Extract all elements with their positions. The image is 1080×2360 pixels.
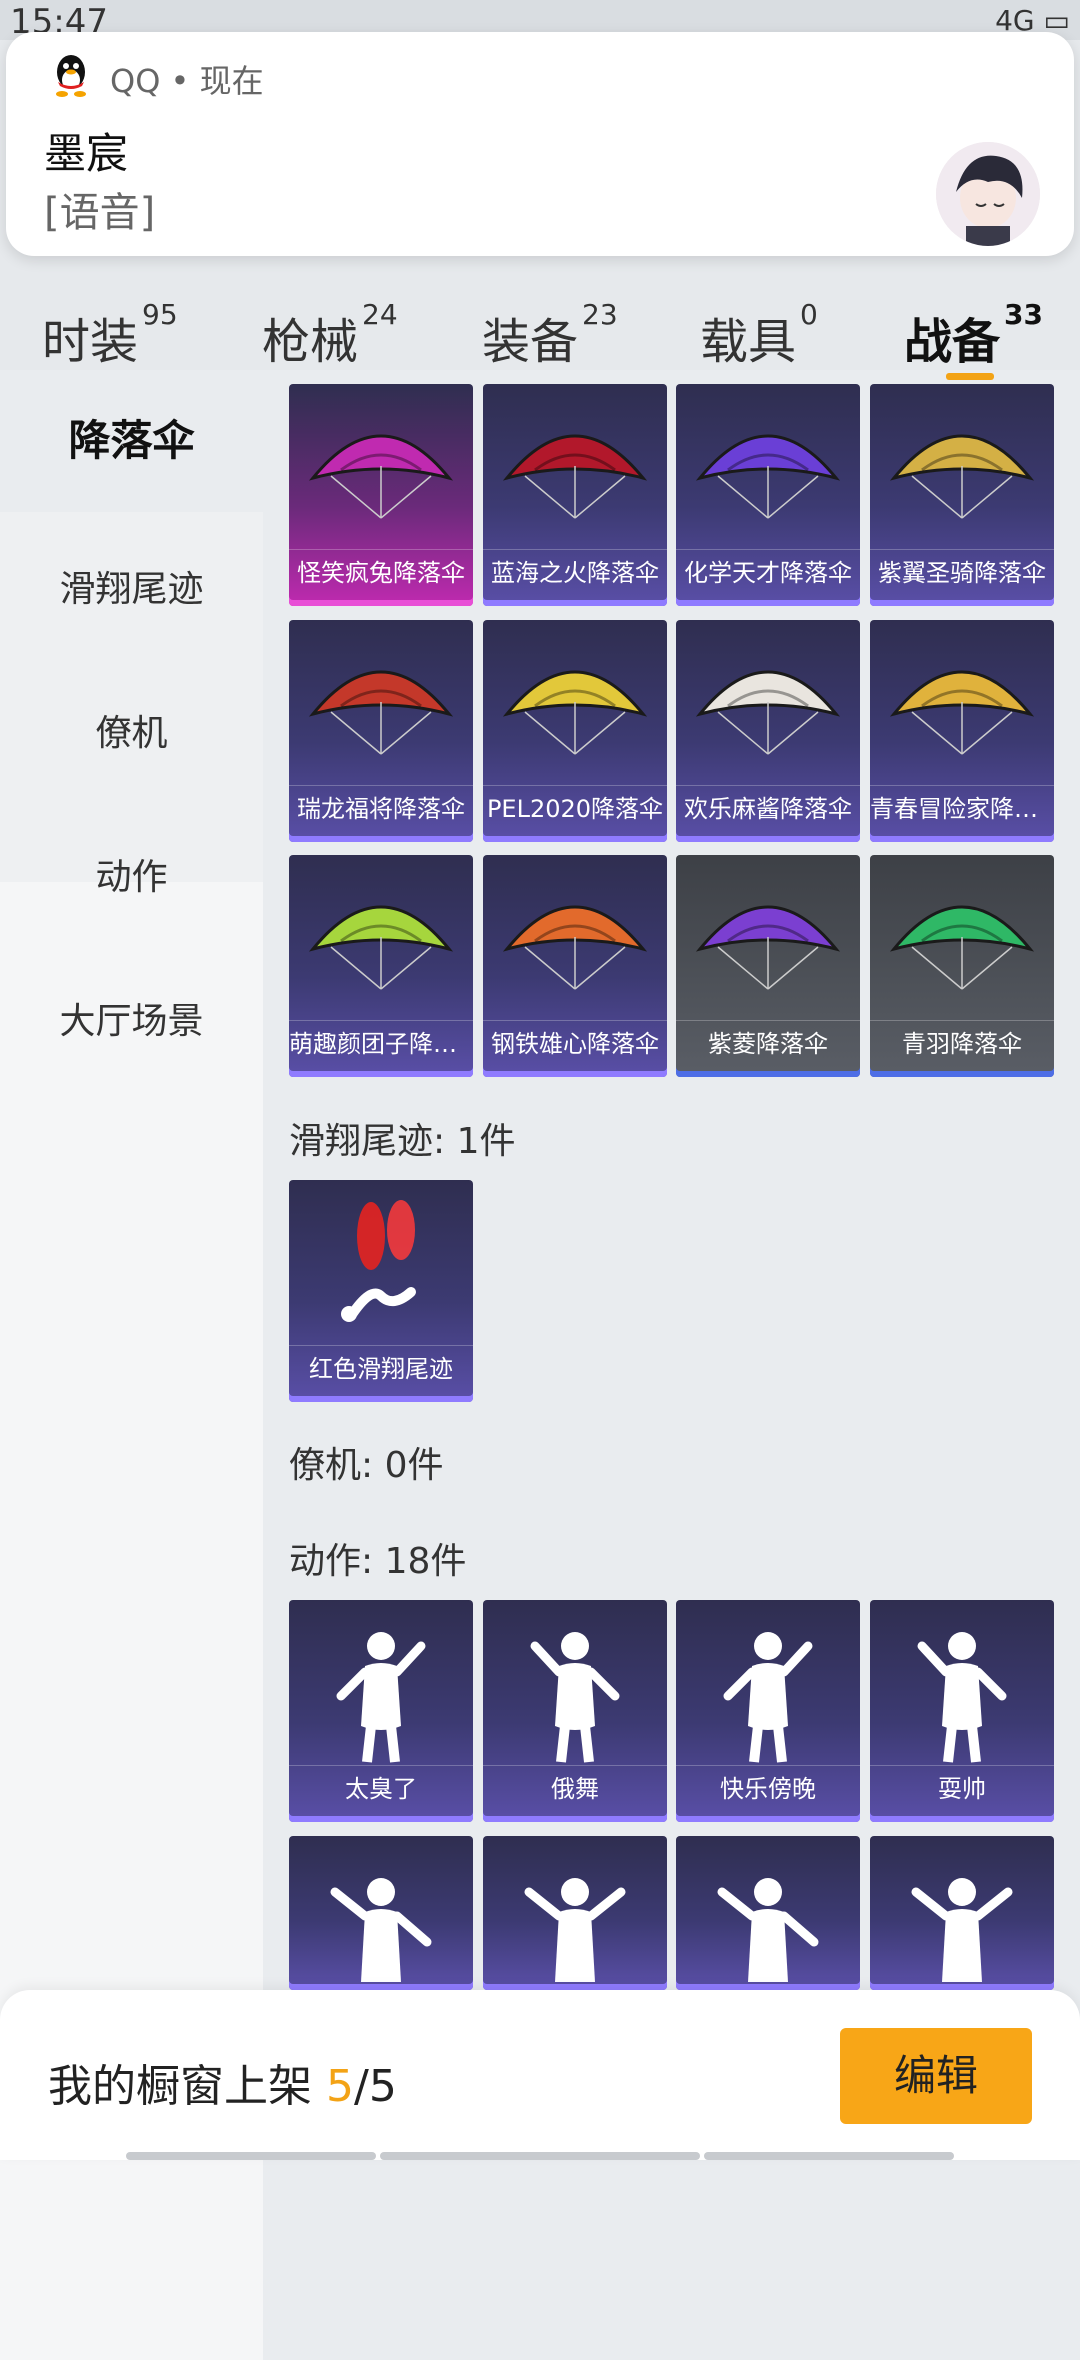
dancer-silhouette-icon bbox=[336, 1632, 426, 1763]
notification-separator: • bbox=[170, 62, 190, 100]
emote-name: 快乐傍晚 bbox=[676, 1765, 860, 1812]
glide-trail-section-title: 滑翔尾迹: 1件 bbox=[289, 1121, 516, 1162]
parachute-icon bbox=[308, 905, 454, 990]
notification-title: 墨宸 bbox=[44, 129, 129, 178]
tab-fashion[interactable]: 时装 95 bbox=[42, 298, 178, 372]
showcase-status: 我的橱窗上架 5/5 bbox=[48, 2050, 397, 2114]
parachute-icon bbox=[502, 670, 648, 755]
showcase-total-count: 5 bbox=[368, 2061, 397, 2112]
qq-notification[interactable]: QQ • 现在 墨宸 [语音] bbox=[6, 32, 1074, 256]
parachute-name: 萌趣颜团子降落... bbox=[289, 1020, 473, 1067]
parachute-card[interactable]: 紫翼圣骑降落伞 bbox=[870, 384, 1054, 606]
parachute-name: 青羽降落伞 bbox=[870, 1020, 1054, 1067]
tab-weapons[interactable]: 枪械 24 bbox=[262, 298, 398, 372]
parachute-name: 紫菱降落伞 bbox=[676, 1020, 860, 1067]
emote-section-title: 动作: 18件 bbox=[289, 1541, 467, 1582]
emote-card[interactable] bbox=[289, 1836, 473, 1990]
emote-card[interactable] bbox=[676, 1836, 860, 1990]
parachute-icon bbox=[889, 905, 1035, 990]
emote-name: 太臭了 bbox=[289, 1765, 473, 1812]
parachute-icon bbox=[695, 434, 841, 519]
parachute-name: 化学天才降落伞 bbox=[676, 549, 860, 596]
parachute-icon bbox=[308, 434, 454, 519]
parachute-icon bbox=[308, 670, 454, 755]
emote-name: 耍帅 bbox=[870, 1765, 1054, 1812]
parachute-name: 紫翼圣骑降落伞 bbox=[870, 549, 1054, 596]
emote-card[interactable]: 俄舞 bbox=[483, 1600, 667, 1822]
showcase-bottom-bar: 我的橱窗上架 5/5 编辑 bbox=[0, 1990, 1080, 2160]
emote-card[interactable] bbox=[870, 1836, 1054, 1990]
notification-body: [语音] bbox=[44, 190, 156, 236]
emote-card[interactable]: 快乐傍晚 bbox=[676, 1600, 860, 1822]
sidebar-item-parachute[interactable]: 降落伞 bbox=[0, 370, 263, 512]
parachute-icon bbox=[695, 670, 841, 755]
emote-card[interactable]: 耍帅 bbox=[870, 1600, 1054, 1822]
wingman-section-title: 僚机: 0件 bbox=[289, 1445, 444, 1486]
parachute-card[interactable]: 紫菱降落伞 bbox=[676, 855, 860, 1077]
parachute-name: 欢乐麻酱降落伞 bbox=[676, 785, 860, 832]
tab-equipment[interactable]: 装备 23 bbox=[482, 298, 618, 372]
emote-card[interactable]: 太臭了 bbox=[289, 1600, 473, 1822]
sidebar-item-wingman[interactable]: 僚机 bbox=[0, 704, 263, 764]
dancer-silhouette-icon bbox=[530, 1632, 620, 1763]
dancer-silhouette-icon bbox=[524, 1878, 626, 1982]
parachute-card[interactable]: 蓝海之火降落伞 bbox=[483, 384, 667, 606]
parachute-icon bbox=[889, 434, 1035, 519]
active-tab-indicator bbox=[946, 373, 994, 380]
parachute-card[interactable]: 瑞龙福将降落伞 bbox=[289, 620, 473, 842]
red-smoke-icon bbox=[341, 1200, 416, 1322]
sidebar-item-lobby-scene[interactable]: 大厅场景 bbox=[0, 992, 263, 1052]
parachute-icon bbox=[502, 434, 648, 519]
dancer-silhouette-icon bbox=[330, 1878, 432, 1982]
avatar bbox=[936, 142, 1040, 246]
parachute-card[interactable]: 欢乐麻酱降落伞 bbox=[676, 620, 860, 842]
parachute-card[interactable]: 青春冒险家降落... bbox=[870, 620, 1054, 842]
sidebar-item-emote[interactable]: 动作 bbox=[0, 848, 263, 908]
notification-app-line: QQ • 现在 bbox=[110, 56, 264, 102]
nav-bar-segment bbox=[380, 2152, 700, 2160]
parachute-name: 瑞龙福将降落伞 bbox=[289, 785, 473, 832]
parachute-card[interactable]: 化学天才降落伞 bbox=[676, 384, 860, 606]
emote-card[interactable] bbox=[483, 1836, 667, 1990]
tab-vehicles[interactable]: 载具 0 bbox=[700, 298, 818, 372]
parachute-icon bbox=[695, 905, 841, 990]
parachute-name: PEL2020降落伞 bbox=[483, 785, 667, 832]
edit-button[interactable]: 编辑 bbox=[840, 2028, 1032, 2124]
emote-name: 俄舞 bbox=[483, 1765, 667, 1812]
qq-penguin-icon bbox=[56, 55, 86, 97]
sidebar: 降落伞 滑翔尾迹 僚机 动作 大厅场景 bbox=[0, 370, 263, 2360]
showcase-slash: / bbox=[354, 2061, 369, 2112]
notification-time: 现在 bbox=[199, 62, 264, 100]
glide-trail-card[interactable]: 红色滑翔尾迹 bbox=[289, 1180, 473, 1402]
dancer-silhouette-icon bbox=[723, 1632, 813, 1763]
parachute-name: 蓝海之火降落伞 bbox=[483, 549, 667, 596]
parachute-name: 钢铁雄心降落伞 bbox=[483, 1020, 667, 1067]
showcase-label: 我的橱窗上架 bbox=[48, 2061, 312, 2112]
parachute-name: 怪笑疯兔降落伞 bbox=[289, 549, 473, 596]
parachute-icon bbox=[502, 905, 648, 990]
dancer-silhouette-icon bbox=[717, 1878, 819, 1982]
dancer-silhouette-icon bbox=[917, 1632, 1007, 1763]
glide-trail-label: 红色滑翔尾迹 bbox=[289, 1345, 473, 1392]
parachute-icon bbox=[889, 670, 1035, 755]
parachute-card[interactable]: 萌趣颜团子降落... bbox=[289, 855, 473, 1077]
notification-app-name: QQ bbox=[110, 62, 161, 100]
parachute-name: 青春冒险家降落... bbox=[870, 785, 1054, 832]
parachute-card[interactable]: 钢铁雄心降落伞 bbox=[483, 855, 667, 1077]
parachute-card[interactable]: PEL2020降落伞 bbox=[483, 620, 667, 842]
dancer-silhouette-icon bbox=[911, 1878, 1013, 1982]
nav-bar-segment bbox=[126, 2152, 376, 2160]
nav-bar-segment bbox=[704, 2152, 954, 2160]
parachute-card[interactable]: 青羽降落伞 bbox=[870, 855, 1054, 1077]
showcase-current-count: 5 bbox=[326, 2061, 354, 2112]
tab-tactical-gear[interactable]: 战备 33 bbox=[904, 298, 1043, 372]
sidebar-item-glide-trail[interactable]: 滑翔尾迹 bbox=[0, 560, 263, 620]
parachute-card[interactable]: 怪笑疯兔降落伞 bbox=[289, 384, 473, 606]
